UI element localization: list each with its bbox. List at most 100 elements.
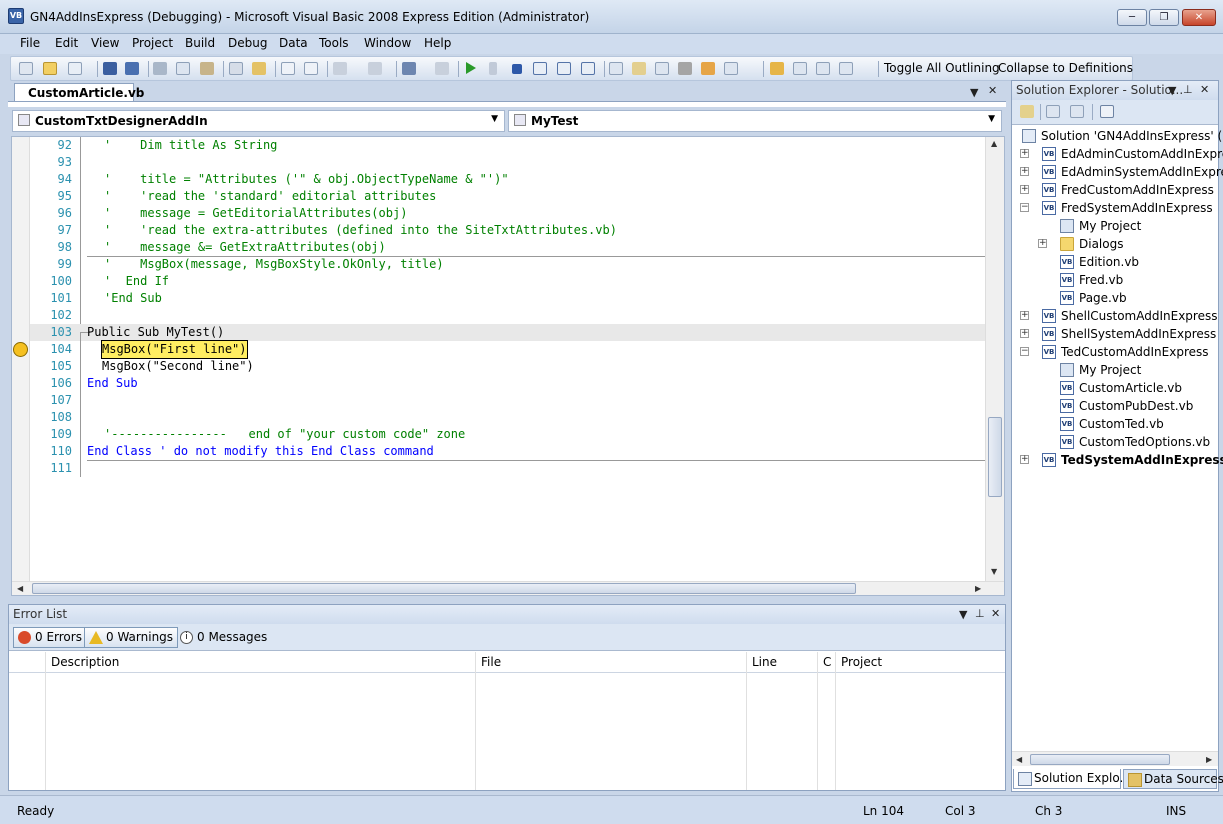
expand-icon[interactable]: + <box>1038 239 1047 248</box>
code-line[interactable]: 104 MsgBox("First line") <box>30 340 985 359</box>
step-into-icon[interactable] <box>533 62 547 75</box>
column-file[interactable]: File <box>481 655 501 669</box>
tree-item[interactable]: + VB ShellSystemAddInExpress <box>1012 325 1218 343</box>
horizontal-scrollbar[interactable]: ◀ ▶ <box>12 581 1004 595</box>
tree-item[interactable]: VB CustomTedOptions.vb <box>1012 433 1218 451</box>
properties-icon[interactable] <box>632 62 646 75</box>
new-project-icon[interactable] <box>19 62 33 75</box>
vertical-scroll-thumb[interactable] <box>988 417 1002 497</box>
code-line[interactable]: 97 ' 'read the extra-attributes (defined … <box>30 222 985 239</box>
add-item-icon[interactable] <box>68 62 82 75</box>
tree-item[interactable]: VB Fred.vb <box>1012 271 1218 289</box>
find-icon[interactable] <box>229 62 243 75</box>
code-line[interactable]: 98 ' message &= GetExtraAttributes(obj) <box>30 239 985 256</box>
properties-icon[interactable] <box>1020 105 1034 118</box>
watch-icon[interactable] <box>816 62 830 75</box>
cut-icon[interactable] <box>153 62 167 75</box>
save-all-icon[interactable] <box>125 62 139 75</box>
menu-project[interactable]: Project <box>132 36 173 50</box>
code-lines[interactable]: 92 ' Dim title As String 93 94 ' title = "At… <box>30 137 985 581</box>
close-button[interactable]: ✕ <box>1182 9 1216 26</box>
navigate-forward-icon[interactable] <box>435 62 449 75</box>
code-line[interactable]: 107 <box>30 392 985 409</box>
pane-dropdown-icon[interactable]: ▼ <box>959 608 967 621</box>
scroll-up-icon[interactable]: ▲ <box>991 139 997 148</box>
tree-item[interactable]: − VB TedCustomAddInExpress <box>1012 343 1218 361</box>
show-all-files-icon[interactable] <box>1046 105 1060 118</box>
column-project[interactable]: Project <box>841 655 882 669</box>
tree-item[interactable]: VB CustomArticle.vb <box>1012 379 1218 397</box>
collapse-to-definitions-button[interactable]: Collapse to Definitions <box>998 61 1133 75</box>
menu-window[interactable]: Window <box>364 36 411 50</box>
tab-solution-explorer[interactable]: Solution Explo... <box>1013 769 1131 789</box>
solution-horizontal-scrollbar[interactable]: ◀ ▶ <box>1012 751 1218 766</box>
menu-tools[interactable]: Tools <box>319 36 349 50</box>
code-line[interactable]: 105 MsgBox("Second line") <box>30 358 985 375</box>
expand-icon[interactable]: + <box>1020 329 1029 338</box>
scroll-left-icon[interactable]: ◀ <box>1016 755 1022 764</box>
menu-file[interactable]: File <box>20 36 40 50</box>
scroll-down-icon[interactable]: ▼ <box>991 567 997 576</box>
start-page-icon[interactable] <box>724 62 738 75</box>
menu-build[interactable]: Build <box>185 36 215 50</box>
code-line[interactable]: 106 End Sub <box>30 375 985 392</box>
uncomment-icon[interactable] <box>304 62 318 75</box>
collapse-icon[interactable]: − <box>1020 347 1029 356</box>
menu-edit[interactable]: Edit <box>55 36 78 50</box>
redo-icon[interactable] <box>368 62 382 75</box>
tree-item[interactable]: + VB ShellCustomAddInExpress <box>1012 307 1218 325</box>
menu-data[interactable]: Data <box>279 36 308 50</box>
refresh-icon[interactable] <box>1070 105 1084 118</box>
solution-explorer-icon[interactable] <box>609 62 623 75</box>
save-icon[interactable] <box>103 62 117 75</box>
stop-debugging-icon[interactable] <box>512 64 522 74</box>
menu-view[interactable]: View <box>91 36 119 50</box>
tree-item[interactable]: + Dialogs <box>1012 235 1218 253</box>
paste-icon[interactable] <box>200 62 214 75</box>
close-pane-icon[interactable]: ✕ <box>991 607 1000 620</box>
open-file-icon[interactable] <box>43 62 57 75</box>
tree-item[interactable]: My Project <box>1012 217 1218 235</box>
scroll-right-icon[interactable]: ▶ <box>1206 755 1212 764</box>
tree-item[interactable]: VB CustomPubDest.vb <box>1012 397 1218 415</box>
code-line[interactable]: 94 ' title = "Attributes ('" & obj.Object… <box>30 171 985 188</box>
tree-item[interactable]: + VB TedSystemAddInExpress <box>1012 451 1223 469</box>
expand-icon[interactable]: + <box>1020 149 1029 158</box>
restore-button[interactable]: ❐ <box>1149 9 1179 26</box>
pin-icon[interactable]: ⊥ <box>975 607 985 620</box>
code-line[interactable]: 109 '---------------- end of "your custom… <box>30 426 985 443</box>
code-line[interactable]: 101 'End Sub <box>30 290 985 307</box>
tab-customarticle[interactable]: CustomArticle.vb <box>14 83 144 102</box>
menu-help[interactable]: Help <box>424 36 451 50</box>
column-line[interactable]: Line <box>752 655 777 669</box>
tree-item[interactable]: + VB EdAdminSystemAddInExpres <box>1012 163 1223 181</box>
code-line[interactable]: 103 Public Sub MyTest() <box>30 324 985 341</box>
code-line[interactable]: 100 ' End If <box>30 273 985 290</box>
code-line[interactable]: 96 ' message = GetEditorialAttributes(obj… <box>30 205 985 222</box>
code-line[interactable]: 99 ' MsgBox(message, MsgBoxStyle.OkOnly, … <box>30 256 985 273</box>
code-line[interactable]: 92 ' Dim title As String <box>30 137 985 154</box>
code-line[interactable]: 95 ' 'read the 'standard' editorial attri… <box>30 188 985 205</box>
tab-dropdown-icon[interactable]: ▼ <box>970 86 978 99</box>
locals-icon[interactable] <box>839 62 853 75</box>
class-name-combo[interactable]: CustomTxtDesignerAddIn ▼ <box>12 110 505 132</box>
expand-icon[interactable]: + <box>1020 167 1029 176</box>
toolbox-icon[interactable] <box>678 62 692 75</box>
tree-item[interactable]: My Project <box>1012 361 1218 379</box>
toggle-all-outlining-button[interactable]: Toggle All Outlining <box>884 61 1000 75</box>
messages-filter-button[interactable]: i 0 Messages <box>175 627 272 648</box>
object-browser-icon[interactable] <box>655 62 669 75</box>
step-out-icon[interactable] <box>581 62 595 75</box>
pin-icon[interactable]: ⊥ <box>1183 83 1193 96</box>
tree-item[interactable]: VB Page.vb <box>1012 289 1218 307</box>
tree-item[interactable]: + VB FredCustomAddInExpress <box>1012 181 1218 199</box>
navigate-backward-icon[interactable] <box>402 62 416 75</box>
code-line[interactable]: 108 <box>30 409 985 426</box>
close-tab-icon[interactable]: ✕ <box>988 84 997 97</box>
view-code-icon[interactable] <box>1100 105 1114 118</box>
menu-debug[interactable]: Debug <box>228 36 267 50</box>
expand-icon[interactable]: + <box>1020 311 1029 320</box>
code-line[interactable]: 111 <box>30 460 985 477</box>
indicator-margin[interactable] <box>12 137 30 581</box>
tree-item[interactable]: VB Edition.vb <box>1012 253 1218 271</box>
